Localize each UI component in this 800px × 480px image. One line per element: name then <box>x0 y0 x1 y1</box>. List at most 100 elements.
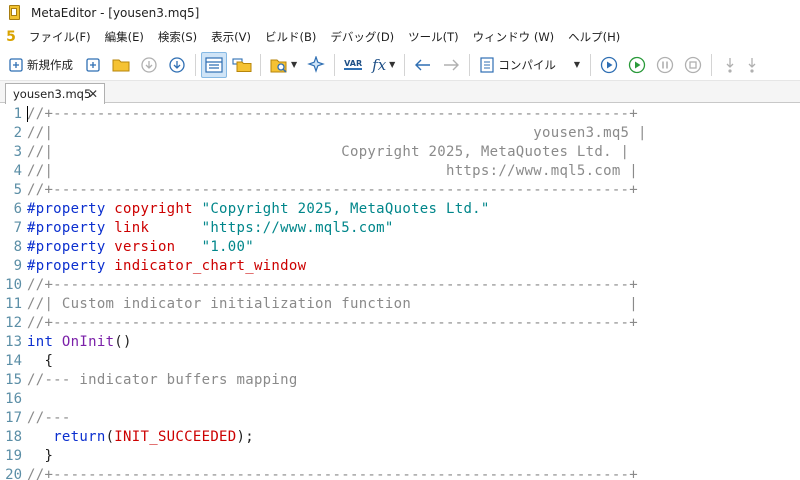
line-number: 4 <box>13 162 22 179</box>
line-number: 12 <box>5 314 22 331</box>
code-line[interactable]: 15//--- indicator buffers mapping <box>0 370 800 389</box>
toolbar-separator <box>469 53 471 76</box>
code-line[interactable]: 19 } <box>0 446 800 465</box>
menu-search[interactable]: 検索(S) <box>151 26 204 48</box>
chevron-down-icon: ▼ <box>389 60 396 69</box>
code-line[interactable]: 2//| yousen3.mq5 | <box>0 123 800 142</box>
code-editor[interactable]: 1//+------------------------------------… <box>0 104 800 480</box>
arrow-right-icon <box>444 59 460 70</box>
code-token: { <box>27 352 54 369</box>
play-circle-icon <box>600 56 618 73</box>
code-line[interactable]: 12 //+-----------------------------------… <box>0 313 800 332</box>
code-text: #property copyright "Copyright 2025, Met… <box>24 201 490 217</box>
toolbar-separator <box>334 53 336 76</box>
code-line[interactable]: 10//+-----------------------------------… <box>0 275 800 294</box>
start-debug-history-button[interactable] <box>596 52 622 78</box>
step-into-button[interactable] <box>717 52 743 78</box>
code-token: //+-------------------------------------… <box>27 466 639 480</box>
code-line[interactable]: 9 #property indicator_chart_window <box>0 256 800 275</box>
menu-tools[interactable]: ツール(T) <box>401 26 466 48</box>
code-text: #property version "1.00" <box>24 239 254 255</box>
line-number: 11 <box>5 295 22 312</box>
pause-debug-button[interactable] <box>652 52 678 78</box>
code-token: #property <box>27 219 115 236</box>
code-line[interactable]: 14 { <box>0 351 800 370</box>
compile-button[interactable]: コンパイル ▼ <box>475 52 585 78</box>
start-debug-button[interactable] <box>624 52 650 78</box>
code-line[interactable]: 6 #property copyright "Copyright 2025, Me… <box>0 199 800 218</box>
line-number: 13 <box>5 333 22 350</box>
functions-button[interactable]: fx ▼ <box>368 52 399 78</box>
code-token: #property <box>27 257 115 274</box>
code-token: "https://www.mql5.com" <box>201 219 394 236</box>
menu-help[interactable]: ヘルプ(H) <box>561 26 627 48</box>
code-text: #property indicator_chart_window <box>24 258 306 274</box>
code-token: #property <box>27 238 115 255</box>
var-icon: VAR <box>344 59 363 70</box>
chevron-down-icon: ▼ <box>291 60 298 69</box>
code-line[interactable]: 17 //--- <box>0 408 800 427</box>
code-text: //+-------------------------------------… <box>24 277 638 293</box>
new-file-button[interactable]: 新規作成 <box>4 52 78 78</box>
code-token: link <box>114 219 202 236</box>
window-layout-icon <box>205 56 223 73</box>
code-text: #property link "https://www.mql5.com" <box>24 220 394 236</box>
code-token: indicator_chart_window <box>114 257 307 274</box>
code-line[interactable]: 11 //| Custom indicator initialization fu… <box>0 294 800 313</box>
toolbar-separator <box>260 53 261 76</box>
new-file-label: 新規作成 <box>27 57 73 72</box>
code-token: //| https://www.mql5.com | <box>27 162 639 179</box>
code-text: } <box>24 448 53 464</box>
menu-debug[interactable]: デバッグ(D) <box>323 26 401 48</box>
code-line[interactable]: 20//+-----------------------------------… <box>0 465 800 480</box>
chevron-down-icon: ▼ <box>573 60 580 69</box>
code-token: //| Custom indicator initialization func… <box>27 295 639 312</box>
text-caret <box>27 106 28 122</box>
code-token: int <box>27 333 62 350</box>
line-number: 5 <box>13 181 22 198</box>
code-line[interactable]: 1//+------------------------------------… <box>0 104 800 123</box>
code-token: //+-------------------------------------… <box>27 314 639 331</box>
insert-resource-button[interactable]: ▼ <box>266 52 301 78</box>
code-line[interactable]: 3//| Copyright 2025, MetaQuotes Ltd. | <box>0 142 800 161</box>
menu-edit[interactable]: 編集(E) <box>98 26 151 48</box>
code-token: ); <box>236 428 254 445</box>
ai-assistant-button[interactable] <box>303 52 329 78</box>
toggle-toolbox-button[interactable] <box>229 52 255 78</box>
open-folder-button[interactable] <box>108 52 134 78</box>
step-over-button[interactable] <box>745 52 759 78</box>
fx-icon: fx <box>372 55 387 74</box>
menu-file[interactable]: ファイル(F) <box>22 26 98 48</box>
navigate-forward-button[interactable] <box>438 52 464 78</box>
code-text: return(INIT_SUCCEEDED); <box>24 429 254 445</box>
toggle-navigator-button[interactable] <box>201 51 227 78</box>
code-line[interactable]: 8 #property version "1.00" <box>0 237 800 256</box>
code-line[interactable]: 16 <box>0 389 800 408</box>
plus-box-icon <box>86 57 100 72</box>
save-button[interactable] <box>164 52 190 78</box>
navigate-back-button[interactable] <box>410 52 436 78</box>
tab-yousen3[interactable]: yousen3.mq5 ✕ <box>5 83 105 104</box>
menu-build[interactable]: ビルド(B) <box>258 26 323 48</box>
menu-view[interactable]: 表示(V) <box>204 26 258 48</box>
code-line[interactable]: 4 //| https://www.mql5.com | <box>0 161 800 180</box>
menu-window[interactable]: ウィンドウ (W) <box>466 26 562 48</box>
code-token: ( <box>105 428 115 445</box>
variables-button[interactable]: VAR <box>340 52 366 78</box>
code-line[interactable]: 13 int OnInit() <box>0 332 800 351</box>
play-circle-icon <box>628 56 646 73</box>
code-text: //+-------------------------------------… <box>24 467 638 480</box>
code-line[interactable]: 7 #property link "https://www.mql5.com" <box>0 218 800 237</box>
download-circle-icon <box>169 56 185 73</box>
code-token: () <box>114 333 132 350</box>
code-line[interactable]: 18 return(INIT_SUCCEEDED); <box>0 427 800 446</box>
download-circle-icon <box>141 56 157 73</box>
stop-debug-button[interactable] <box>680 52 706 78</box>
code-line[interactable]: 5//+------------------------------------… <box>0 180 800 199</box>
line-number: 18 <box>5 428 22 445</box>
close-icon[interactable]: ✕ <box>88 87 98 101</box>
code-token: "1.00" <box>201 238 254 255</box>
new-document-button[interactable] <box>80 52 106 78</box>
sparkle-icon <box>307 55 325 73</box>
download-button[interactable] <box>136 52 162 78</box>
